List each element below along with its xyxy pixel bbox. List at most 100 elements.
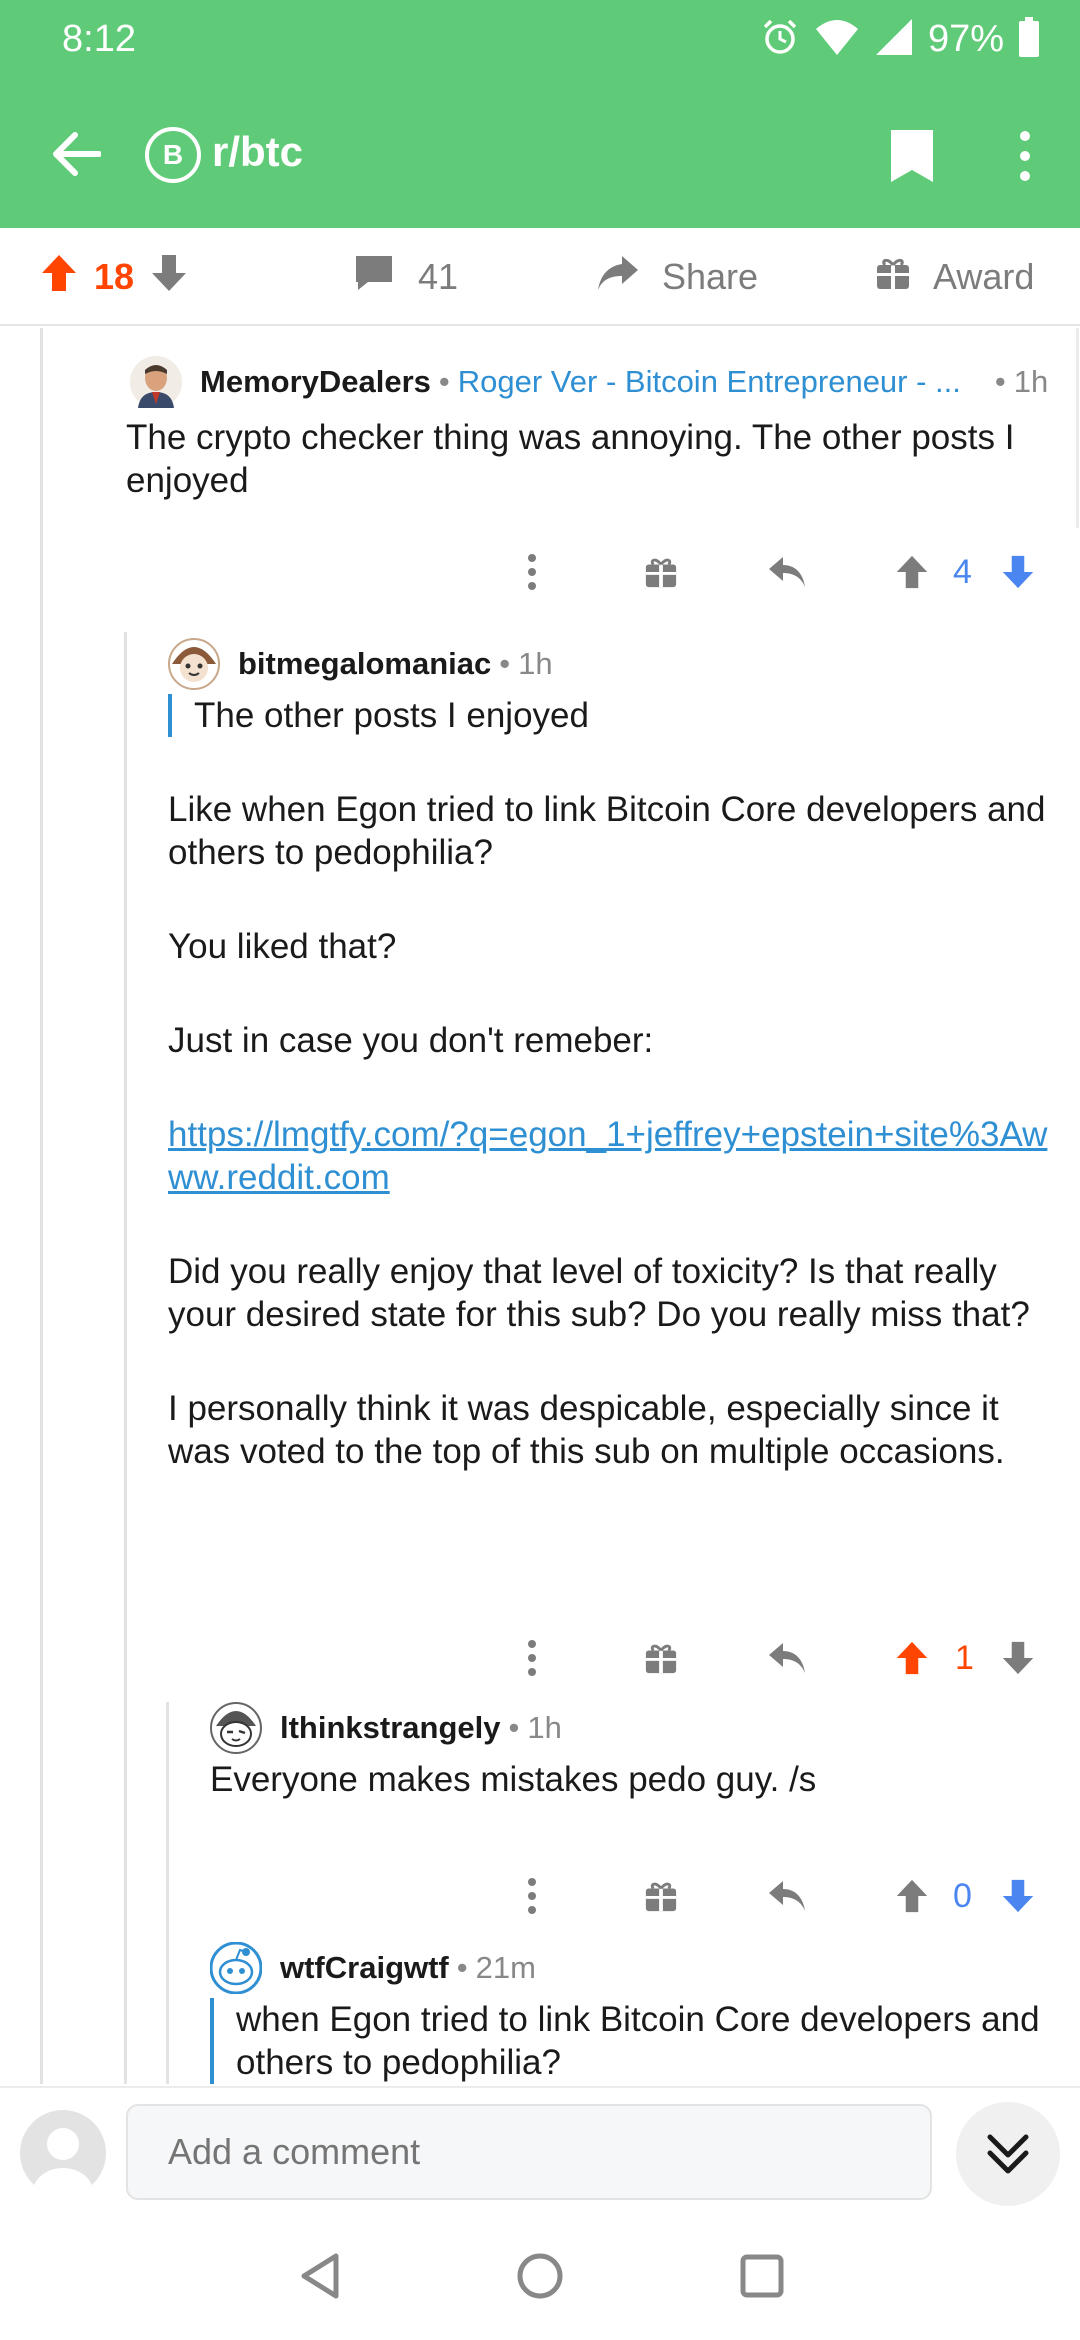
reply-icon — [769, 557, 805, 587]
nav-home-button[interactable] — [508, 2244, 572, 2308]
upvote-icon — [896, 1641, 928, 1675]
comment-actions: 4 — [0, 542, 1080, 602]
avatar[interactable] — [209, 1941, 263, 1995]
upvote-button[interactable] — [892, 1628, 932, 1688]
circle-home-icon — [517, 2253, 563, 2299]
overflow-menu-button[interactable] — [1000, 122, 1050, 190]
user-flair: Roger Ver - Bitcoin Entrepreneur - ... — [457, 364, 961, 399]
back-button[interactable] — [36, 114, 116, 194]
separator-dot: • — [438, 364, 450, 399]
comment-text: Just in case you don't remeber: — [168, 1021, 654, 1060]
subreddit-name[interactable]: r/btc — [212, 128, 303, 176]
square-recents-icon — [740, 2254, 784, 2298]
user-avatar[interactable] — [20, 2110, 106, 2196]
more-options-button[interactable] — [512, 1628, 552, 1688]
avatar[interactable] — [210, 1702, 262, 1754]
bookmark-icon — [891, 130, 933, 182]
post-action-bar: 18 41 Share Award — [0, 228, 1080, 326]
comment-username[interactable]: lthinkstrangely — [280, 1710, 501, 1746]
award-button[interactable] — [638, 542, 684, 602]
reply-button[interactable] — [762, 542, 812, 602]
comment-actions: 0 — [0, 1866, 1080, 1926]
more-options-button[interactable] — [512, 542, 552, 602]
reply-button[interactable] — [762, 1628, 812, 1688]
next-comment-button[interactable] — [956, 2102, 1060, 2206]
downvote-icon — [1002, 1641, 1034, 1675]
award-button[interactable] — [638, 1866, 684, 1926]
gift-icon — [645, 1644, 677, 1674]
comment-time: 1h — [518, 646, 553, 681]
comment-username[interactable]: wtfCraigwtf — [280, 1950, 449, 1986]
award-button[interactable]: Award — [875, 228, 1034, 326]
more-vertical-icon — [1020, 131, 1030, 181]
scrollbar[interactable] — [1076, 328, 1079, 528]
app-bar: B r/btc — [0, 100, 1080, 210]
post-comments-button[interactable]: 41 — [354, 228, 458, 326]
avatar[interactable] — [130, 356, 182, 408]
more-vertical-icon — [528, 1878, 536, 1914]
downvote-button[interactable] — [998, 1628, 1038, 1688]
comment-link[interactable]: https://lmgtfy.com/?q=egon_1+jeffrey+eps… — [168, 1115, 1047, 1197]
comment-text: You liked that? — [168, 927, 397, 966]
comment-link-paragraph: https://lmgtfy.com/?q=egon_1+jeffrey+eps… — [168, 1113, 1068, 1199]
upvote-icon[interactable] — [40, 253, 78, 302]
downvote-icon[interactable] — [150, 253, 188, 302]
bookmark-button[interactable] — [880, 122, 944, 190]
quoted-text: when Egon tried to link Bitcoin Core dev… — [210, 1998, 1070, 2084]
downvote-button[interactable] — [998, 542, 1038, 602]
comment-header: lthinkstrangely • 1h — [210, 1702, 562, 1754]
comment-header: MemoryDealers • Roger Ver - Bitcoin Entr… — [130, 356, 1048, 408]
comment-score: 4 — [953, 552, 972, 591]
downvote-button[interactable] — [998, 1866, 1038, 1926]
comment-time: 1h — [1013, 364, 1049, 399]
comment-header: wtfCraigwtf • 21m — [209, 1941, 536, 1995]
subreddit-icon[interactable]: B — [145, 127, 201, 183]
comment-time: 1h — [527, 1710, 562, 1745]
upvote-icon — [896, 555, 928, 589]
comment-text: The crypto checker thing was annoying. T… — [126, 418, 1015, 500]
comment-body: The other posts I enjoyed Like when Egon… — [168, 694, 1068, 1473]
double-chevron-down-icon — [987, 2134, 1029, 2174]
upvote-button[interactable] — [892, 1866, 932, 1926]
post-score: 18 — [94, 256, 135, 297]
separator-dot: • — [994, 364, 1006, 399]
separator-dot: • — [456, 1950, 468, 1985]
comment-body: The crypto checker thing was annoying. T… — [126, 416, 1066, 502]
comment-score: 0 — [953, 1876, 972, 1915]
triangle-back-icon — [301, 2253, 339, 2299]
comment-count: 41 — [418, 256, 459, 297]
add-comment-input[interactable] — [126, 2104, 932, 2200]
comment-compose-bar — [0, 2086, 1080, 2214]
back-arrow-icon — [53, 132, 101, 176]
comment-score: 1 — [955, 1638, 974, 1677]
nav-back-button[interactable] — [288, 2244, 352, 2308]
share-button[interactable]: Share — [596, 228, 758, 326]
share-label: Share — [662, 256, 759, 297]
battery-percent: 97% — [927, 17, 1004, 60]
separator-dot: • — [499, 646, 511, 681]
avatar[interactable] — [168, 638, 220, 690]
comment-body: when Egon tried to link Bitcoin Core dev… — [210, 1998, 1070, 2084]
comment-thread: MemoryDealers • Roger Ver - Bitcoin Entr… — [0, 328, 1080, 2084]
wifi-icon — [814, 17, 860, 62]
reply-icon — [769, 1643, 805, 1673]
comment-text: Everyone makes mistakes pedo guy. /s — [210, 1760, 817, 1799]
comment-username[interactable]: MemoryDealers — [200, 364, 431, 400]
reply-icon — [769, 1881, 805, 1911]
award-button[interactable] — [638, 1628, 684, 1688]
comment-username[interactable]: bitmegalomaniac — [238, 646, 491, 682]
award-label: Award — [933, 256, 1035, 297]
share-icon — [596, 254, 640, 301]
more-options-button[interactable] — [512, 1866, 552, 1926]
more-vertical-icon — [528, 554, 536, 590]
status-time: 8:12 — [62, 18, 136, 60]
reply-button[interactable] — [762, 1866, 812, 1926]
signal-icon — [874, 17, 914, 62]
quoted-text: The other posts I enjoyed — [168, 694, 1068, 737]
gift-icon — [645, 1882, 677, 1912]
upvote-icon — [896, 1879, 928, 1913]
upvote-button[interactable] — [892, 542, 932, 602]
gift-icon — [645, 558, 677, 588]
status-icons: 97% — [760, 14, 1040, 64]
nav-recents-button[interactable] — [730, 2244, 794, 2308]
